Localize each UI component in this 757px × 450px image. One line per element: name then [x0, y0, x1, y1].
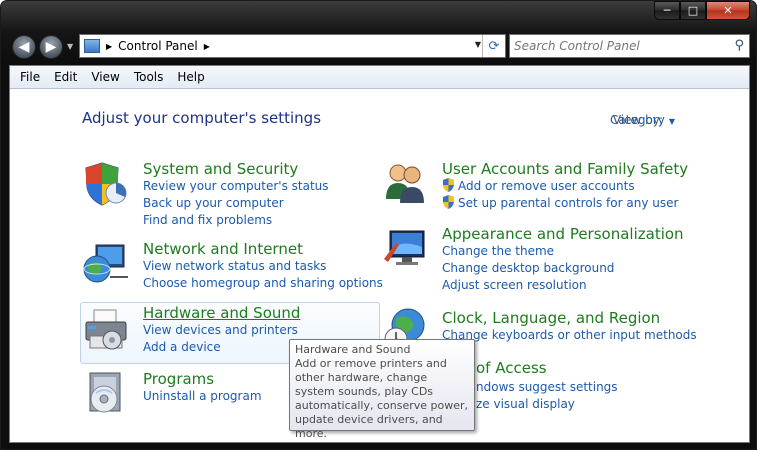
tooltip-title: Hardware and Sound [295, 343, 411, 356]
ease-of-access-title[interactable]: of Access [476, 359, 547, 377]
breadcrumb-control-panel[interactable]: Control Panel [118, 39, 198, 53]
view-by-value[interactable]: Category [610, 113, 665, 127]
parental-controls-link[interactable]: Set up parental controls for any user [442, 195, 688, 212]
users-icon[interactable] [382, 159, 430, 207]
back-button[interactable]: ◀ [12, 35, 36, 59]
menu-file[interactable]: File [20, 70, 40, 84]
backup-link[interactable]: Back up your computer [143, 195, 329, 212]
category-hardware-sound: Hardware and Sound View devices and prin… [143, 304, 300, 356]
refresh-icon[interactable]: ⟳ [482, 35, 505, 57]
navigation-bar: ◀ ▶ ▼ ▶ Control Panel ▶ ▼ ⟳ ⚲ [9, 34, 751, 60]
programs-icon[interactable] [82, 369, 130, 417]
search-input[interactable] [514, 39, 724, 53]
menu-help[interactable]: Help [177, 70, 204, 84]
category-ease-of-access: of Access [476, 359, 547, 377]
add-remove-users-link[interactable]: Add or remove user accounts [442, 178, 688, 195]
client-area: File Edit View Tools Help Adjust your co… [9, 65, 750, 443]
maximize-button[interactable]: □ [680, 1, 706, 20]
control-panel-window: ─ □ ✕ ◀ ▶ ▼ ▶ Control Panel ▶ ▼ ⟳ ⚲ File… [0, 0, 757, 450]
search-box[interactable]: ⚲ [509, 34, 750, 58]
user-accounts-title[interactable]: User Accounts and Family Safety [442, 160, 688, 178]
add-remove-users-label[interactable]: Add or remove user accounts [458, 179, 635, 193]
uninstall-link[interactable]: Uninstall a program [143, 388, 262, 405]
desktop-background-link[interactable]: Change desktop background [442, 260, 684, 277]
forward-button[interactable]: ▶ [39, 35, 63, 59]
address-bar[interactable]: ▶ Control Panel ▶ ▼ ⟳ [79, 34, 506, 58]
main-content: Adjust your computer's settings View by:… [10, 89, 749, 442]
shield-icon[interactable] [82, 159, 130, 207]
category-user-accounts: User Accounts and Family Safety Add or r… [442, 160, 688, 212]
category-system-security: System and Security Review your computer… [143, 160, 329, 229]
printer-icon[interactable] [82, 306, 130, 354]
network-status-link[interactable]: View network status and tasks [143, 258, 383, 275]
minimize-button[interactable]: ─ [654, 1, 680, 20]
appearance-monitor-icon[interactable] [382, 225, 430, 273]
add-device-link[interactable]: Add a device [143, 339, 300, 356]
fix-problems-link[interactable]: Find and fix problems [143, 212, 329, 229]
category-programs: Programs Uninstall a program [143, 370, 262, 405]
uac-shield-icon [443, 195, 454, 209]
devices-printers-link[interactable]: View devices and printers [143, 322, 300, 339]
breadcrumb-arrow-icon[interactable]: ▶ [106, 42, 112, 51]
chevron-down-icon[interactable]: ▼ [669, 117, 675, 126]
menu-edit[interactable]: Edit [54, 70, 77, 84]
keyboards-link[interactable]: Change keyboards or other input methods [442, 327, 697, 344]
change-theme-link[interactable]: Change the theme [442, 243, 684, 260]
network-globe-icon[interactable] [82, 239, 130, 287]
clock-region-title[interactable]: Clock, Language, and Region [442, 309, 697, 327]
programs-title[interactable]: Programs [143, 370, 262, 388]
suggest-settings-link[interactable]: ndows suggest settings [476, 379, 618, 396]
review-status-link[interactable]: Review your computer's status [143, 178, 329, 195]
close-button[interactable]: ✕ [706, 1, 750, 20]
parental-controls-label[interactable]: Set up parental controls for any user [458, 196, 678, 210]
tooltip-body: Add or remove printers and other hardwar… [295, 357, 469, 440]
menu-view[interactable]: View [91, 70, 119, 84]
search-icon[interactable]: ⚲ [734, 38, 744, 53]
address-history-chevron-down-icon[interactable]: ▼ [475, 40, 481, 49]
homegroup-link[interactable]: Choose homegroup and sharing options [143, 275, 383, 292]
category-clock-region: Clock, Language, and Region Change keybo… [442, 309, 697, 344]
menu-tools[interactable]: Tools [134, 70, 164, 84]
screen-resolution-link[interactable]: Adjust screen resolution [442, 277, 684, 294]
uac-shield-icon [443, 178, 454, 192]
menu-bar: File Edit View Tools Help [10, 66, 749, 89]
system-security-title[interactable]: System and Security [143, 160, 329, 178]
category-network-internet: Network and Internet View network status… [143, 240, 383, 292]
category-appearance: Appearance and Personalization Change th… [442, 225, 684, 294]
optimize-display-link[interactable]: ze visual display [476, 396, 618, 413]
breadcrumb-arrow-icon[interactable]: ▶ [204, 42, 210, 51]
recent-pages-chevron-down-icon[interactable]: ▼ [67, 42, 73, 51]
network-internet-title[interactable]: Network and Internet [143, 240, 383, 258]
appearance-title[interactable]: Appearance and Personalization [442, 225, 684, 243]
caption-buttons: ─ □ ✕ [654, 1, 750, 20]
hardware-tooltip: Hardware and Sound Add or remove printer… [289, 339, 475, 440]
control-panel-icon [84, 39, 100, 53]
ease-of-access-links: ndows suggest settings ze visual display [476, 379, 618, 413]
view-by-dropdown[interactable]: Category ▼ [610, 113, 675, 127]
hardware-sound-title[interactable]: Hardware and Sound [143, 304, 300, 322]
page-title: Adjust your computer's settings [82, 109, 322, 127]
